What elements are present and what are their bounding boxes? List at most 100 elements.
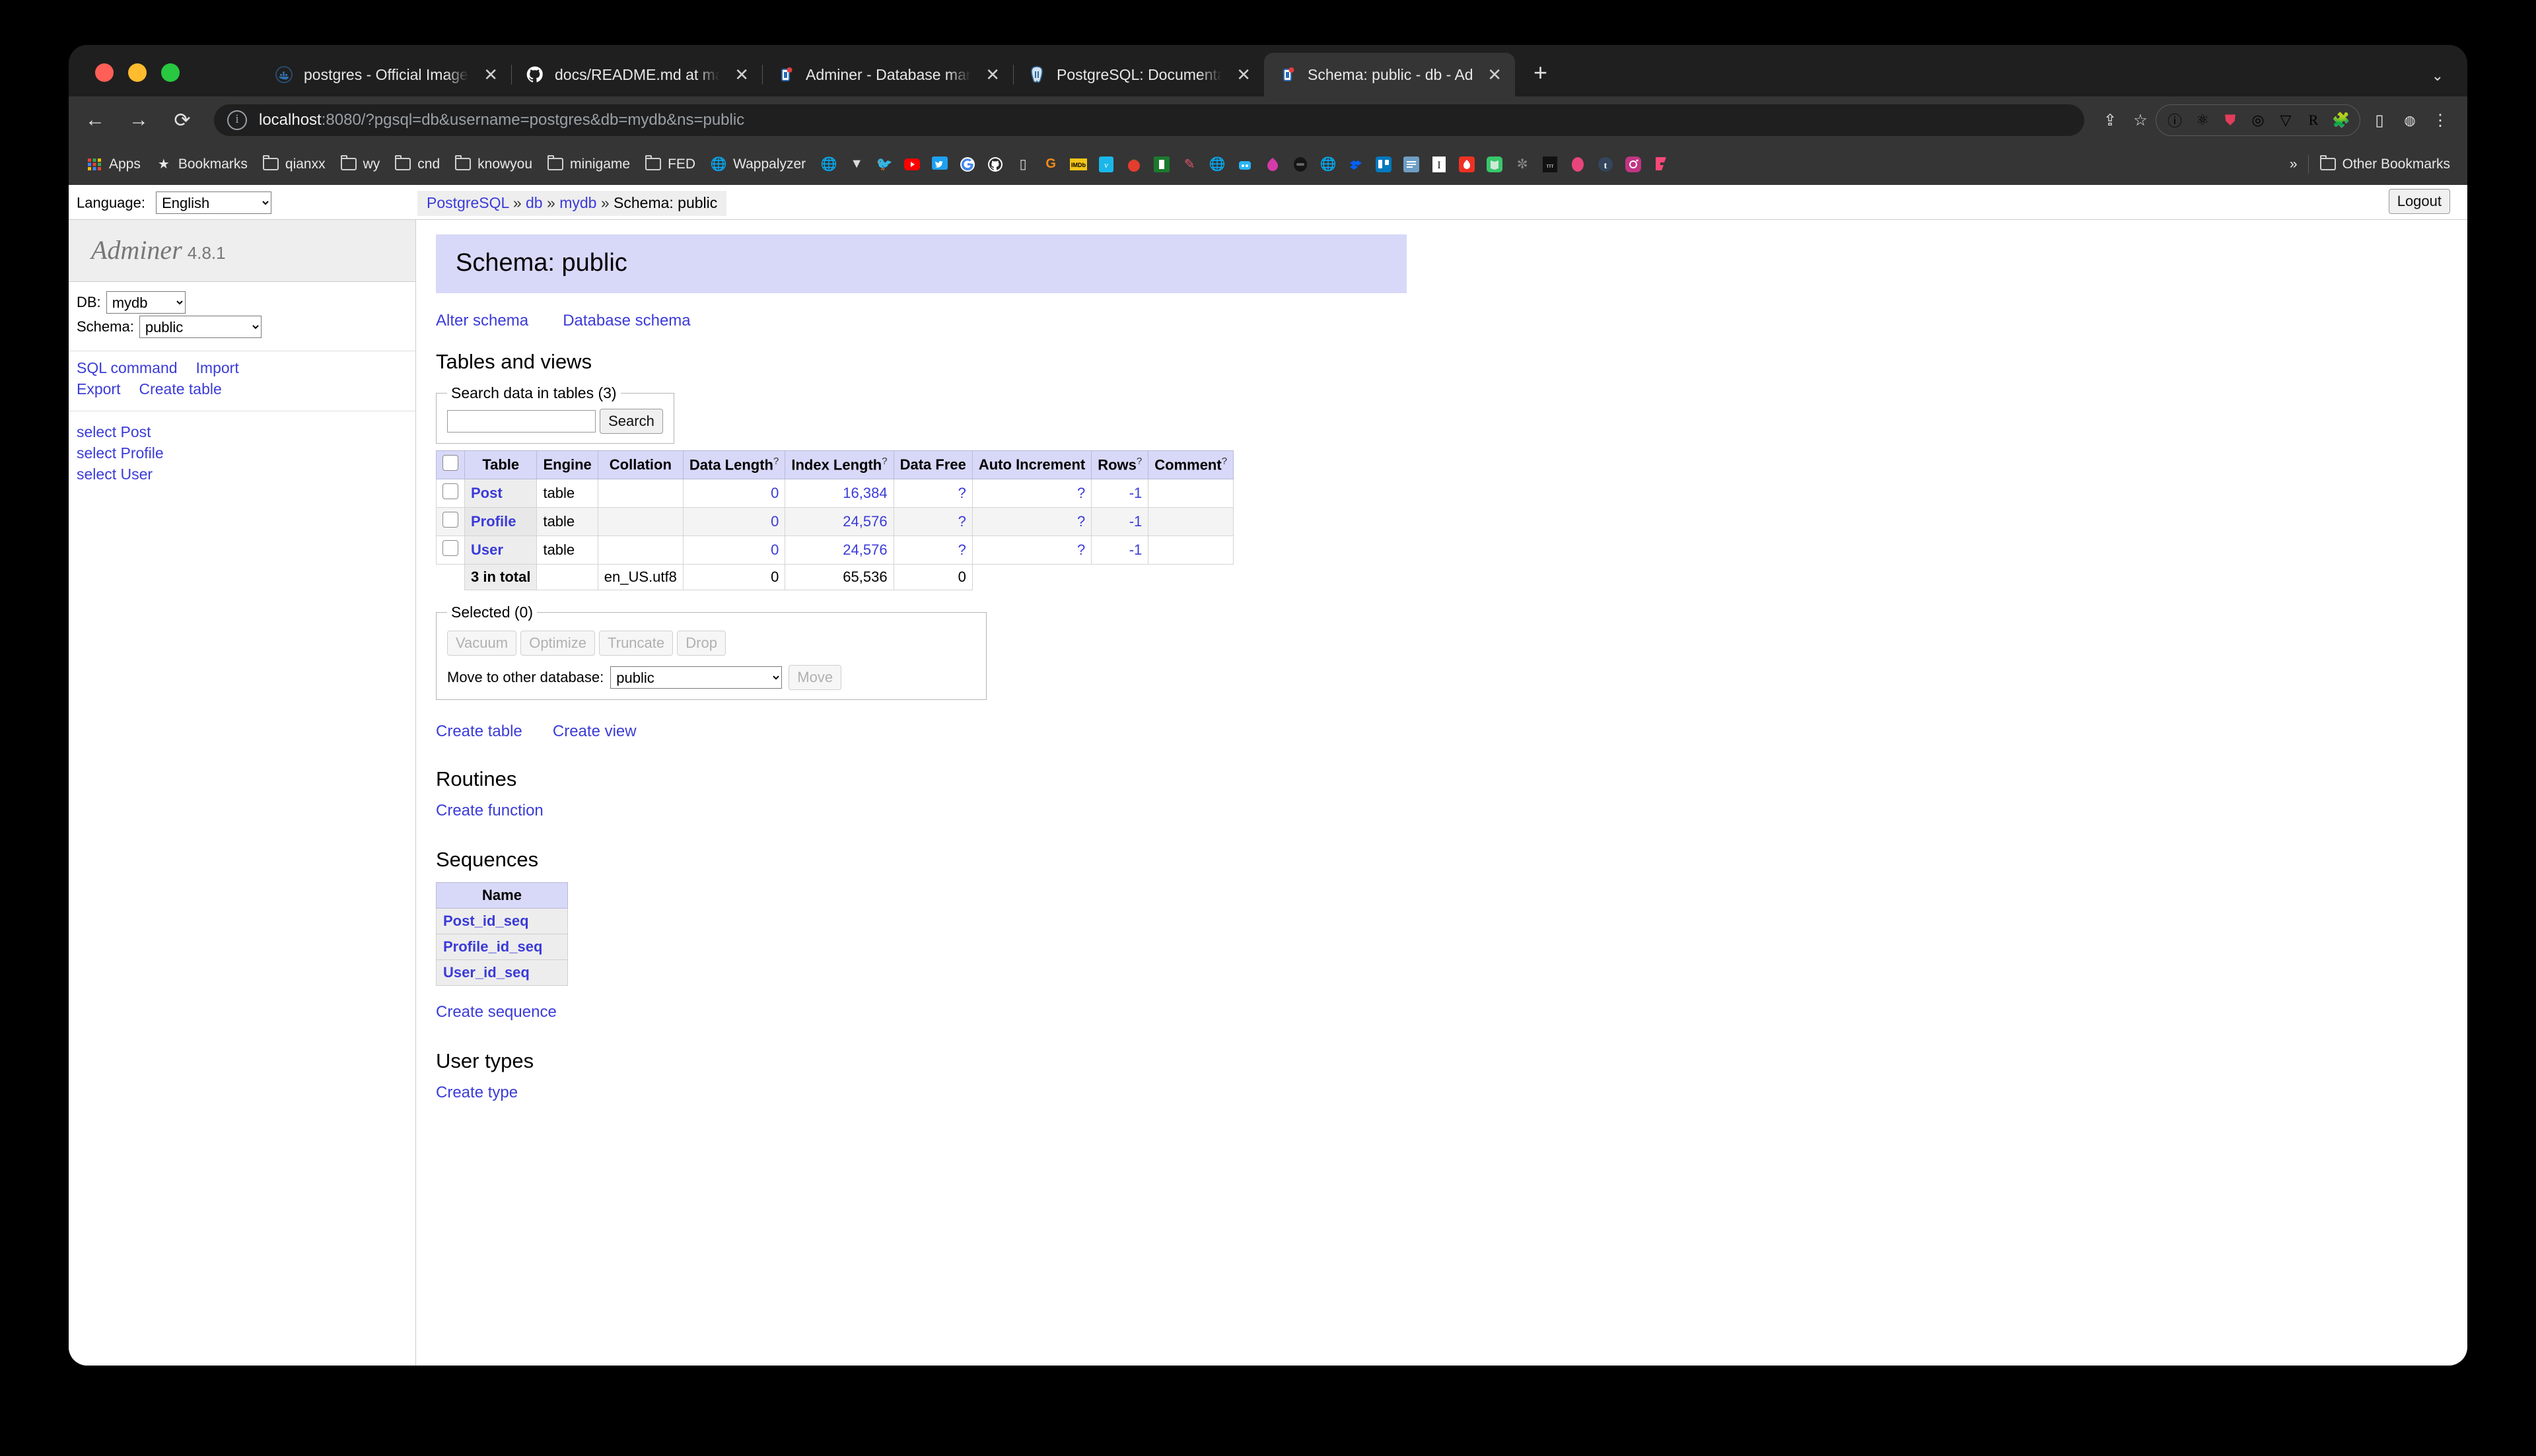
bookmark-icon-tomato[interactable] (1125, 156, 1143, 173)
browser-tab-3[interactable]: PostgreSQL: Documentation: 1 ✕ (1013, 53, 1264, 96)
table-link-user[interactable]: User (471, 541, 503, 558)
close-tab-button[interactable]: ✕ (981, 63, 1004, 86)
header-data-length[interactable]: Data Length? (682, 450, 786, 479)
shield-extension-icon[interactable]: ⛊ (2217, 109, 2243, 131)
vue-devtools-icon[interactable]: ▽ (2272, 109, 2299, 131)
header-collation[interactable]: Collation (597, 450, 684, 479)
bookmark-icon-tumblr[interactable]: t (1597, 156, 1614, 173)
breadcrumb-link-mydb[interactable]: mydb (559, 194, 596, 211)
header-comment[interactable]: Comment? (1148, 450, 1234, 479)
create-view-link[interactable]: Create view (553, 722, 637, 741)
bookmark-icon-paint[interactable] (1264, 156, 1281, 173)
bookmark-icon-blackbox[interactable]: ттт (1541, 156, 1559, 173)
sidebar-select-post[interactable]: select Post (77, 423, 415, 441)
bookmark-folder-wy[interactable]: wy (340, 155, 380, 173)
bookmark-icon-map[interactable] (1486, 156, 1503, 173)
bookmark-icon-pen[interactable]: ✎ (1181, 156, 1198, 173)
chevron-down-icon[interactable]: ⌄ (2432, 67, 2444, 85)
close-window-button[interactable] (95, 63, 114, 82)
bookmark-icon-pinkegg[interactable] (1569, 156, 1586, 173)
bookmark-bookmarks[interactable]: ★ Bookmarks (155, 156, 248, 173)
bookmark-folder-minigame[interactable]: minigame (547, 155, 630, 173)
hint-icon[interactable]: ? (1137, 456, 1142, 467)
close-tab-button[interactable]: ✕ (479, 63, 502, 86)
share-icon[interactable]: ⇪ (2095, 111, 2125, 130)
sequence-link-profile[interactable]: Profile_id_seq (443, 938, 542, 955)
breadcrumb-link-db[interactable]: db (526, 194, 543, 211)
search-button[interactable]: Search (600, 409, 663, 434)
create-sequence-link[interactable]: Create sequence (436, 1003, 557, 1022)
header-data-free[interactable]: Data Free (893, 450, 973, 479)
bookmark-icon-foursquare[interactable] (1652, 156, 1670, 173)
sidebar-link-import[interactable]: Import (196, 359, 239, 376)
bookmark-folder-cnd[interactable]: cnd (394, 155, 440, 173)
maximize-window-button[interactable] (161, 63, 180, 82)
bookmark-icon-imdb[interactable]: IMDb (1070, 156, 1088, 173)
row-checkbox[interactable] (442, 540, 458, 556)
browser-tab-0[interactable]: postgres - Official Image | Dock ✕ (260, 53, 512, 96)
three-dot-menu-icon[interactable]: ⋮ (2425, 111, 2455, 130)
react-devtools-icon[interactable]: ⚛ (2189, 109, 2216, 131)
header-index-length[interactable]: Index Length? (785, 450, 894, 479)
bookmark-icon-vimeo[interactable]: v (1098, 156, 1115, 173)
row-checkbox[interactable] (442, 512, 458, 528)
bookmark-icon-flower[interactable]: ✼ (1514, 156, 1531, 173)
move-database-select[interactable]: public (610, 666, 783, 689)
vacuum-button[interactable]: Vacuum (447, 631, 517, 656)
back-button[interactable]: ← (78, 109, 112, 131)
bookmark-icon-globe2[interactable]: 🌐 (1209, 156, 1226, 173)
close-tab-button[interactable]: ✕ (730, 63, 753, 86)
bookmark-folder-knowyou[interactable]: knowyou (454, 155, 532, 173)
bookmark-icon-twitter[interactable]: 🐦 (876, 156, 893, 173)
optimize-button[interactable]: Optimize (520, 631, 595, 656)
new-tab-button[interactable]: + (1527, 58, 1554, 87)
puzzle-extensions-icon[interactable]: 🧩 (2328, 109, 2354, 131)
bookmark-star-icon[interactable]: ☆ (2125, 111, 2156, 130)
hint-icon[interactable]: ? (773, 456, 779, 467)
table-link-post[interactable]: Post (471, 485, 503, 501)
info-circle-icon[interactable]: ⓘ (2162, 109, 2188, 131)
forward-button[interactable]: → (122, 109, 156, 131)
close-tab-button[interactable]: ✕ (1232, 63, 1255, 86)
bookmark-icon-github[interactable] (987, 156, 1004, 173)
language-select[interactable]: English (156, 191, 272, 214)
sidebar-select-profile[interactable]: select Profile (77, 444, 415, 462)
bookmark-icon-g-orange[interactable]: G (1042, 156, 1059, 173)
table-link-profile[interactable]: Profile (471, 513, 516, 530)
create-function-link[interactable]: Create function (436, 802, 544, 820)
bookmark-icon-trello[interactable] (1375, 156, 1392, 173)
browser-tab-4-active[interactable]: Schema: public - db - Adminer ✕ (1264, 53, 1515, 96)
bookmark-icon-dropbox[interactable] (1347, 156, 1364, 173)
truncate-button[interactable]: Truncate (599, 631, 674, 656)
profile-avatar-icon[interactable]: ◍ (2395, 112, 2425, 129)
select-all-checkbox[interactable] (442, 455, 458, 471)
bookmarks-overflow-button[interactable]: » (2290, 156, 2298, 172)
move-button[interactable]: Move (789, 665, 842, 690)
browser-tab-1[interactable]: docs/README.md at master · d ✕ (511, 53, 763, 96)
bookmark-icon-youtube[interactable] (903, 156, 921, 173)
address-bar[interactable]: i localhost:8080/?pgsql=db&username=post… (214, 104, 2084, 136)
create-table-link[interactable]: Create table (436, 722, 522, 741)
reload-button[interactable]: ⟳ (165, 109, 199, 132)
header-auto-increment[interactable]: Auto Increment (971, 450, 1092, 479)
schema-select[interactable]: public (139, 316, 262, 338)
bookmark-apps[interactable]: Apps (86, 156, 141, 173)
bookmark-icon-globe[interactable]: 🌐 (820, 156, 837, 173)
bookmark-folder-fed[interactable]: FED (645, 155, 695, 173)
database-schema-link[interactable]: Database schema (563, 312, 690, 329)
bookmark-icon-twitter-blue[interactable] (931, 156, 948, 173)
create-type-link[interactable]: Create type (436, 1084, 518, 1102)
bookmark-icon-fire[interactable] (1458, 156, 1475, 173)
bookmark-folder-qianxx[interactable]: qianxx (262, 155, 326, 173)
hint-icon[interactable]: ? (1222, 456, 1227, 467)
sidebar-icon[interactable]: ▯ (2364, 111, 2395, 130)
logout-button[interactable]: Logout (2388, 189, 2450, 214)
sidebar-link-create-table[interactable]: Create table (139, 380, 221, 398)
info-circle-icon[interactable]: i (227, 110, 247, 130)
sidebar-link-export[interactable]: Export (77, 380, 120, 398)
row-checkbox[interactable] (442, 483, 458, 499)
close-tab-button[interactable]: ✕ (1483, 63, 1506, 86)
breadcrumb-link-postgresql[interactable]: PostgreSQL (427, 194, 509, 211)
header-rows[interactable]: Rows? (1091, 450, 1149, 479)
minimize-window-button[interactable] (128, 63, 147, 82)
